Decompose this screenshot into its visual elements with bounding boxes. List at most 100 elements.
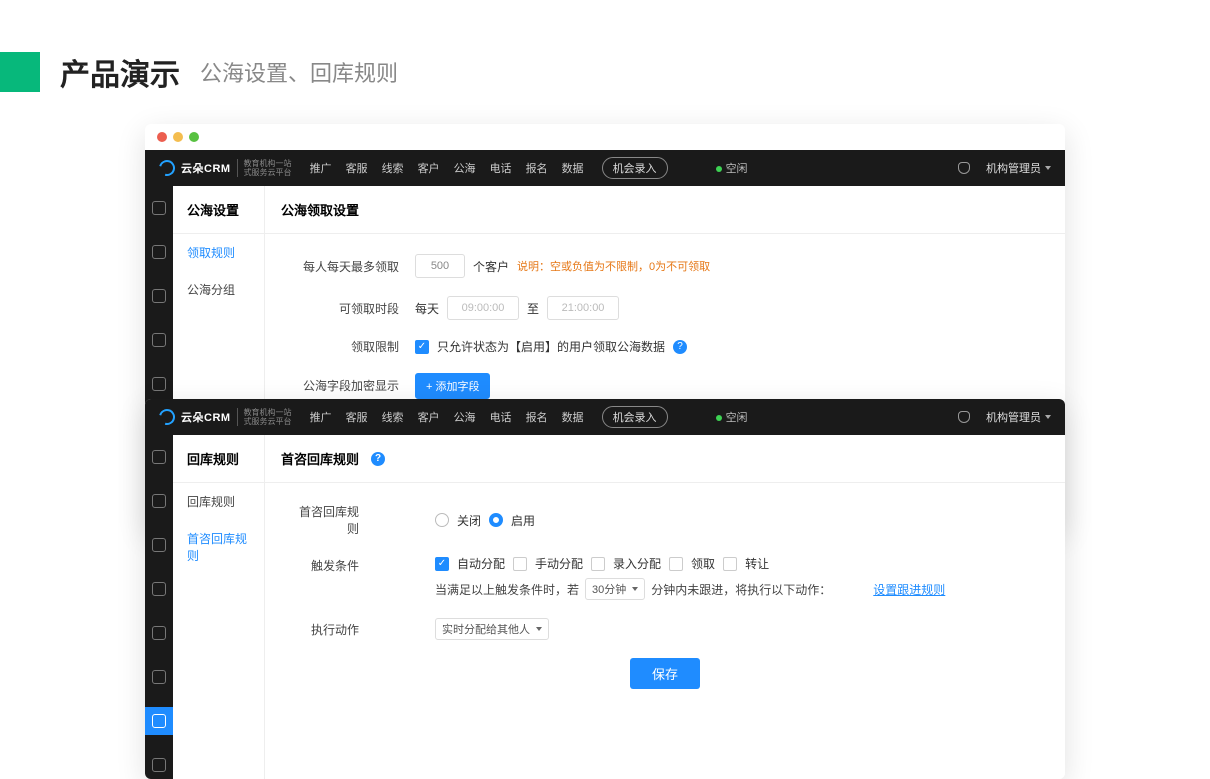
opportunity-entry-button[interactable]: 机会录入 bbox=[602, 157, 668, 179]
page-title: 产品演示 bbox=[60, 50, 180, 94]
label-max-per-day: 每人每天最多领取 bbox=[295, 258, 415, 275]
subnav-pool-groups[interactable]: 公海分组 bbox=[173, 271, 264, 308]
link-set-follow-rule[interactable]: 设置跟进规则 bbox=[873, 581, 945, 598]
condition-line: 当满足以上触发条件时，若 30分钟 分钟内未跟进，将执行以下动作： 设置跟进规则 bbox=[435, 578, 945, 600]
rail-icon-1[interactable] bbox=[152, 450, 166, 464]
window-traffic-lights bbox=[145, 124, 1065, 150]
nav-customer[interactable]: 客户 bbox=[418, 160, 440, 176]
label-auto: 自动分配 bbox=[457, 555, 505, 572]
subnav-return-rules[interactable]: 回库规则 bbox=[173, 483, 264, 520]
note-max: 说明：空或负值为不限制，0为不可领取 bbox=[517, 258, 710, 274]
status-dot-icon bbox=[716, 415, 722, 421]
text-enabled-users: 只允许状态为【启用】的用户领取公海数据 bbox=[437, 338, 665, 355]
subnav-claim-rules[interactable]: 领取规则 bbox=[173, 234, 264, 271]
help-icon[interactable]: ? bbox=[673, 340, 687, 354]
subnav-first-return-rules[interactable]: 首咨回库规则 bbox=[173, 520, 264, 574]
rail-icon-5[interactable] bbox=[152, 626, 166, 640]
nav-phone[interactable]: 电话 bbox=[490, 409, 512, 425]
logo-text: 云朵CRM bbox=[181, 160, 231, 176]
nav-service[interactable]: 客服 bbox=[346, 409, 368, 425]
nav-promo[interactable]: 推广 bbox=[310, 409, 332, 425]
input-max-per-day[interactable] bbox=[415, 254, 465, 278]
unit-customer: 个客户 bbox=[473, 258, 509, 275]
status-idle[interactable]: 空闲 bbox=[716, 409, 748, 425]
traffic-max-icon bbox=[189, 132, 199, 142]
rail-icon-4[interactable] bbox=[152, 333, 166, 347]
label-transfer: 转让 bbox=[745, 555, 769, 572]
logo: 云朵CRM 教育机构一站式服务云平台 bbox=[159, 408, 292, 426]
rail-icon-7-active[interactable] bbox=[152, 714, 166, 728]
chk-manual[interactable] bbox=[513, 557, 527, 571]
user-role-dropdown[interactable]: 机构管理员 bbox=[986, 160, 1051, 176]
radio-on[interactable] bbox=[489, 513, 503, 527]
input-end-time[interactable] bbox=[547, 296, 619, 320]
rail-icon-5[interactable] bbox=[152, 377, 166, 391]
nav-data[interactable]: 数据 bbox=[562, 409, 584, 425]
rail-icon-2[interactable] bbox=[152, 494, 166, 508]
rail-icon-3[interactable] bbox=[152, 538, 166, 552]
rail-icon-1[interactable] bbox=[152, 201, 166, 215]
nav-promo[interactable]: 推广 bbox=[310, 160, 332, 176]
label-claim-window: 可领取时段 bbox=[295, 300, 415, 317]
logo: 云朵CRM 教育机构一站式服务云平台 bbox=[159, 159, 292, 177]
content-title: 首咨回库规则 ? bbox=[265, 435, 1065, 483]
logo-tagline: 教育机构一站式服务云平台 bbox=[237, 159, 292, 177]
label-trigger: 触发条件 bbox=[295, 555, 375, 574]
nav-customer[interactable]: 客户 bbox=[418, 409, 440, 425]
label-first-rule: 首咨回库规则 bbox=[295, 503, 375, 537]
label-off: 关闭 bbox=[457, 512, 481, 529]
accent-block bbox=[0, 52, 40, 92]
rail-icon-4[interactable] bbox=[152, 582, 166, 596]
nav-pool[interactable]: 公海 bbox=[454, 160, 476, 176]
nav-pool[interactable]: 公海 bbox=[454, 409, 476, 425]
label-on: 启用 bbox=[511, 512, 535, 529]
chk-claim[interactable] bbox=[669, 557, 683, 571]
select-minutes[interactable]: 30分钟 bbox=[585, 578, 645, 600]
select-action[interactable]: 实时分配给其他人 bbox=[435, 618, 549, 640]
nav-apply[interactable]: 报名 bbox=[526, 409, 548, 425]
label-entry: 录入分配 bbox=[613, 555, 661, 572]
caret-down-icon bbox=[1045, 166, 1051, 170]
opportunity-entry-button[interactable]: 机会录入 bbox=[602, 406, 668, 428]
radio-off[interactable] bbox=[435, 513, 449, 527]
row-max-per-day: 每人每天最多领取 个客户 说明：空或负值为不限制，0为不可领取 bbox=[295, 254, 1035, 278]
row-action: 执行动作 实时分配给其他人 bbox=[295, 618, 1035, 640]
nav-leads[interactable]: 线索 bbox=[382, 409, 404, 425]
bell-icon[interactable] bbox=[958, 162, 970, 174]
add-field-button[interactable]: + 添加字段 bbox=[415, 373, 490, 399]
nav-leads[interactable]: 线索 bbox=[382, 160, 404, 176]
label-daily: 每天 bbox=[415, 300, 439, 317]
bell-icon[interactable] bbox=[958, 411, 970, 423]
save-button[interactable]: 保存 bbox=[630, 658, 700, 689]
nav-apply[interactable]: 报名 bbox=[526, 160, 548, 176]
nav-service[interactable]: 客服 bbox=[346, 160, 368, 176]
user-role-dropdown[interactable]: 机构管理员 bbox=[986, 409, 1051, 425]
page-subtitle: 公海设置、回库规则 bbox=[200, 56, 398, 88]
logo-tagline: 教育机构一站式服务云平台 bbox=[237, 408, 292, 426]
chk-transfer[interactable] bbox=[723, 557, 737, 571]
nav-data[interactable]: 数据 bbox=[562, 160, 584, 176]
top-nav: 推广 客服 线索 客户 公海 电话 报名 数据 bbox=[310, 409, 584, 425]
caret-down-icon bbox=[1045, 415, 1051, 419]
status-idle[interactable]: 空闲 bbox=[716, 160, 748, 176]
chk-auto[interactable]: ✓ bbox=[435, 557, 449, 571]
rail-icon-2[interactable] bbox=[152, 245, 166, 259]
page-header: 产品演示 公海设置、回库规则 bbox=[0, 0, 1210, 124]
status-dot-icon bbox=[716, 166, 722, 172]
rail-icon-3[interactable] bbox=[152, 289, 166, 303]
traffic-min-icon bbox=[173, 132, 183, 142]
chk-entry[interactable] bbox=[591, 557, 605, 571]
content-area: 首咨回库规则 ? 首咨回库规则 关闭 启用 触发条件 bbox=[265, 435, 1065, 779]
rail-icon-8[interactable] bbox=[152, 758, 166, 772]
help-icon[interactable]: ? bbox=[371, 452, 385, 466]
icon-rail bbox=[145, 435, 173, 779]
checkbox-enabled-users[interactable]: ✓ bbox=[415, 340, 429, 354]
nav-phone[interactable]: 电话 bbox=[490, 160, 512, 176]
rail-icon-6[interactable] bbox=[152, 670, 166, 684]
subnav-title: 回库规则 bbox=[173, 435, 264, 483]
logo-icon bbox=[156, 406, 178, 428]
content-title: 公海领取设置 bbox=[265, 186, 1065, 234]
label-manual: 手动分配 bbox=[535, 555, 583, 572]
label-encrypt: 公海字段加密显示 bbox=[295, 373, 415, 394]
input-start-time[interactable] bbox=[447, 296, 519, 320]
